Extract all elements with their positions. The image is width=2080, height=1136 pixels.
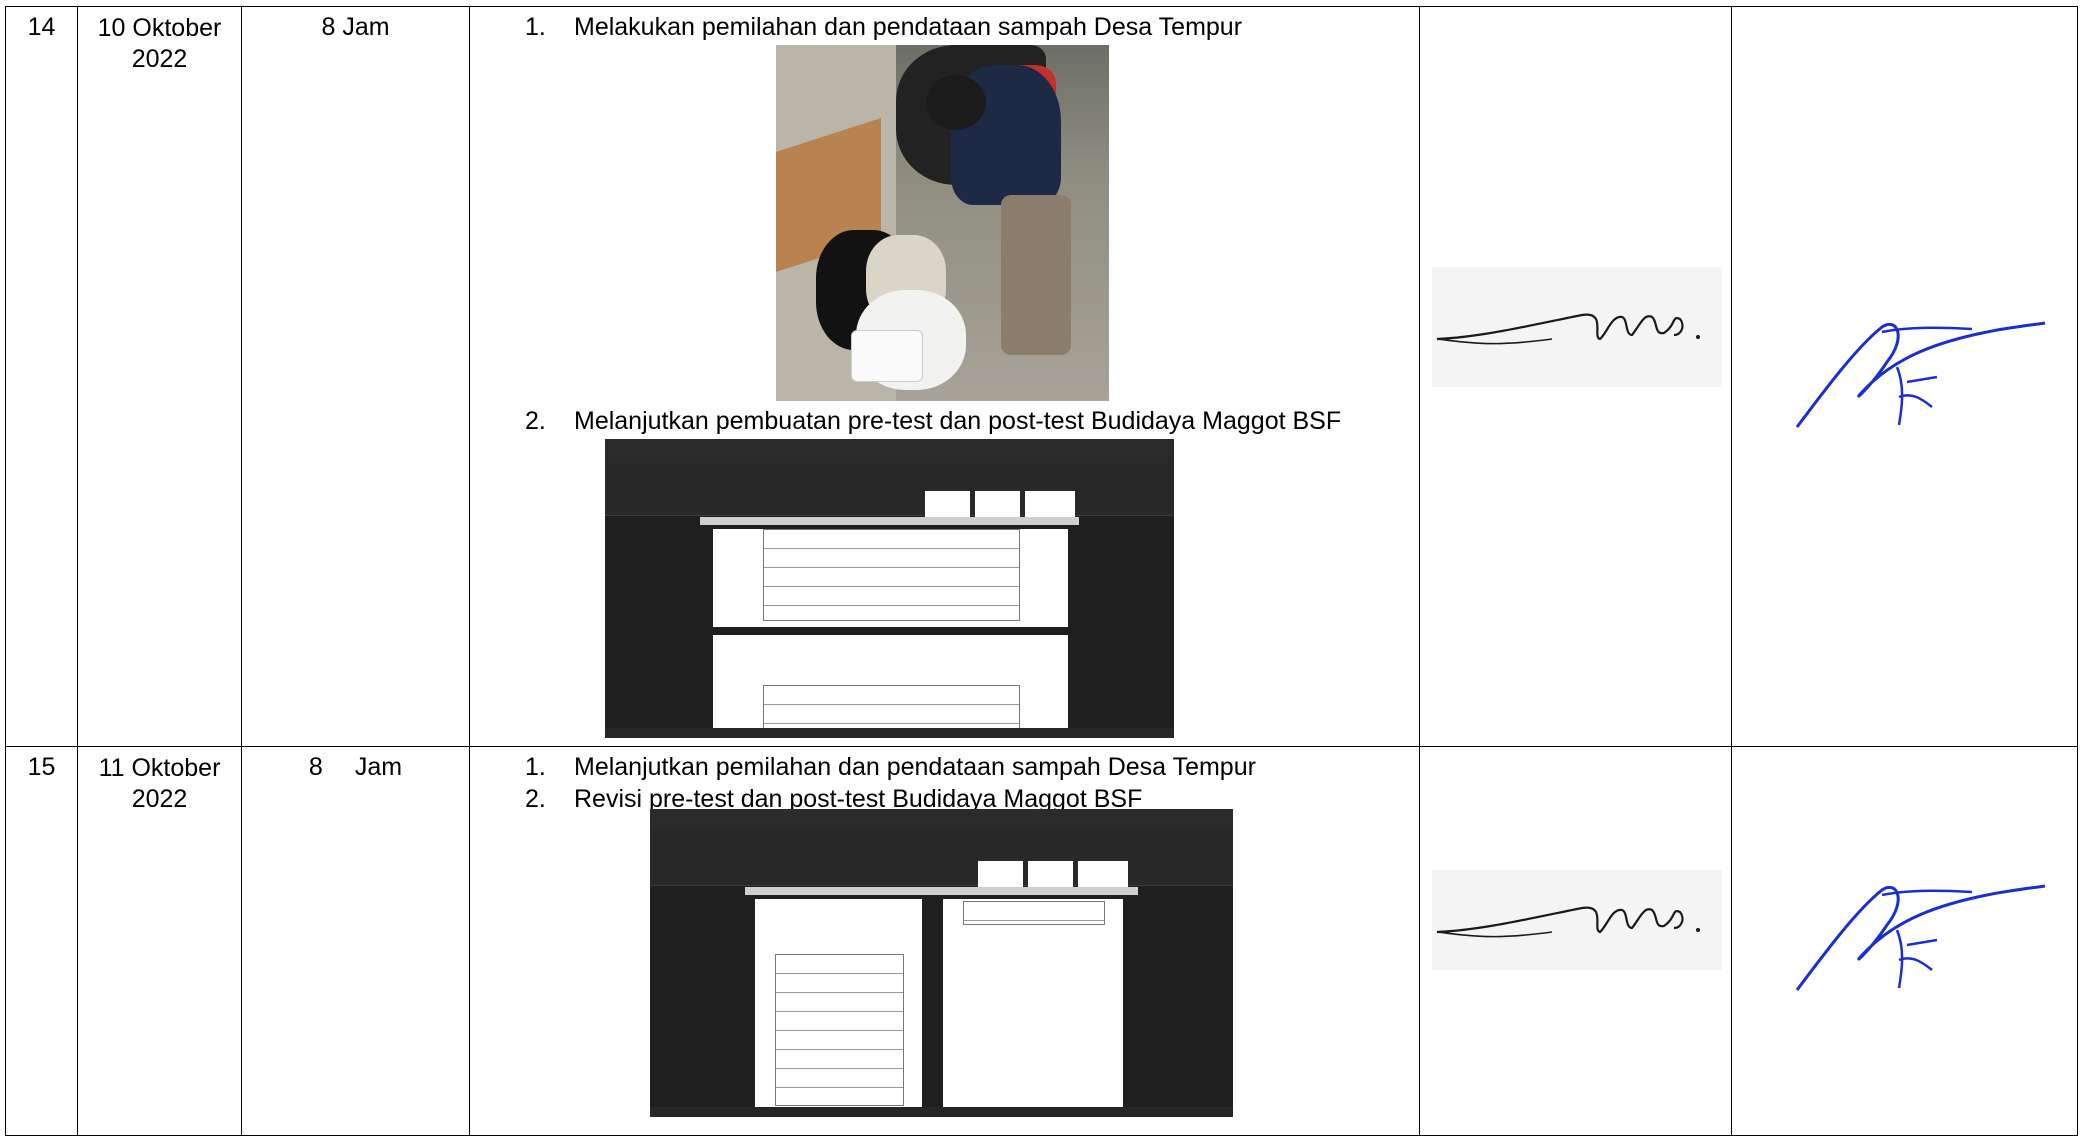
duration-cell: 8 Jam [241,746,470,1136]
activity-cell: 1. Melanjutkan pemilahan dan pendataan s… [469,746,1420,1136]
activity-log-table: 14 10 Oktober 2022 8 Jam 1. Melakukan pe… [5,6,2078,1136]
word-document-screenshot [605,439,1174,738]
duration-cell: 8 Jam [241,6,470,747]
signature-cell-right [1731,746,2078,1136]
signature-cell-left [1419,746,1732,1136]
activity-text: Melanjutkan pembuatan pre-test dan post-… [574,407,1342,435]
row-number: 14 [5,6,78,747]
list-item: 1. Melakukan pemilahan dan pendataan sam… [470,13,1419,45]
list-number: 1. [525,13,546,41]
list-number: 2. [525,407,546,435]
duration-unit: Jam [354,753,403,781]
table-row: 14 10 Oktober 2022 8 Jam 1. Melakukan pe… [5,6,2078,747]
signature-right-image [1795,321,2046,428]
duration-unit: Jam [342,13,390,41]
signature-left-image [1432,870,1722,970]
activity-cell: 1. Melakukan pemilahan dan pendataan sam… [469,6,1420,747]
date-line1: 10 Oktober [97,14,222,42]
activity-text: Melakukan pemilahan dan pendataan sampah… [574,13,1243,41]
signature-right-image [1795,884,2046,991]
word-document-screenshot [650,809,1233,1117]
date-cell: 11 Oktober 2022 [77,746,242,1136]
signature-cell-left [1419,6,1732,747]
activity-text: Melanjutkan pemilahan dan pendataan samp… [574,753,1256,781]
table-row: 15 11 Oktober 2022 8 Jam 1. Melanjutkan p… [5,746,2078,1136]
list-number: 1. [525,753,546,781]
date-line1: 11 Oktober [98,754,221,782]
signature-left-image [1432,267,1722,387]
date-cell: 10 Oktober 2022 [77,6,242,747]
list-item: 1. Melanjutkan pemilahan dan pendataan s… [470,753,1419,785]
row-number: 15 [5,746,78,1136]
signature-cell-right [1731,6,2078,747]
duration-number: 8 [308,753,323,781]
list-number: 2. [525,785,546,813]
date-line2: 2022 [131,45,188,73]
list-item: 2. Melanjutkan pembuatan pre-test dan po… [470,407,1419,439]
date-line2: 2022 [131,785,188,813]
duration-number: 8 [321,13,336,41]
waste-sorting-photo [776,45,1109,401]
